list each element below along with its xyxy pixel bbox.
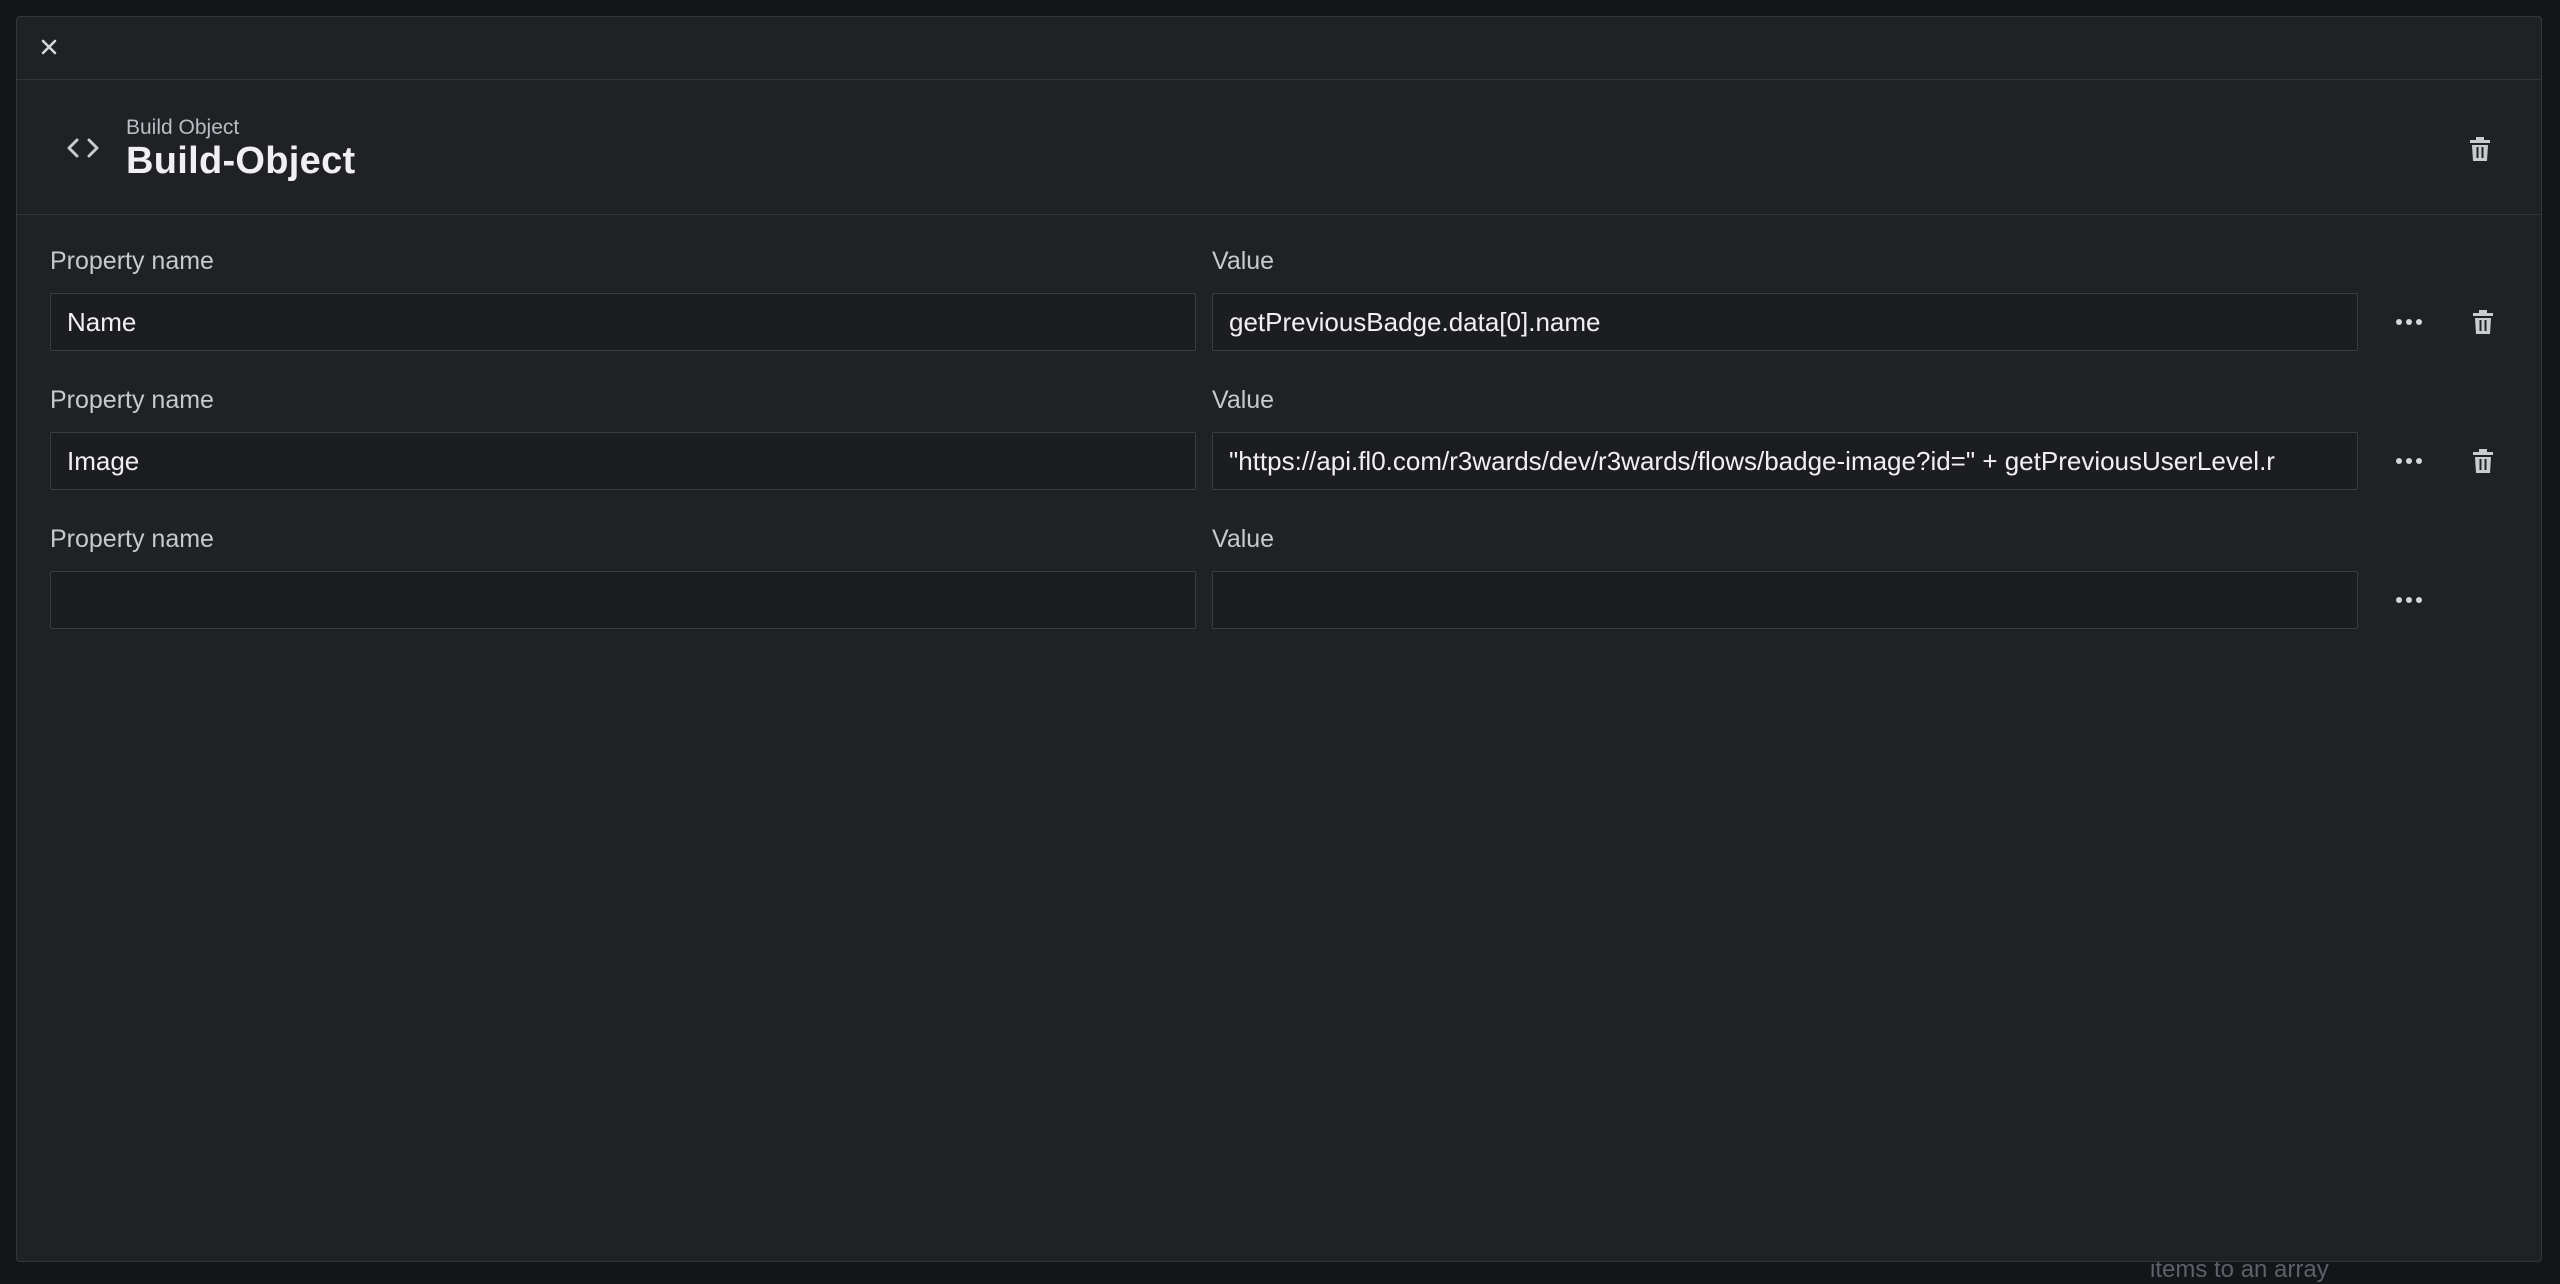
property-name-input[interactable] xyxy=(50,432,1196,490)
delete-row-button[interactable] xyxy=(2466,444,2500,478)
more-options-button[interactable] xyxy=(2389,583,2429,617)
more-icon xyxy=(2396,319,2422,325)
trash-icon xyxy=(2470,137,2490,161)
node-title: Build-Object xyxy=(126,140,356,182)
more-icon xyxy=(2396,597,2422,603)
value-label: Value xyxy=(1212,386,1275,414)
code-icon xyxy=(63,128,103,168)
property-name-label: Property name xyxy=(50,525,214,553)
close-button[interactable] xyxy=(33,31,65,63)
delete-row-button[interactable] xyxy=(2466,305,2500,339)
more-options-button[interactable] xyxy=(2389,305,2429,339)
trash-icon xyxy=(2473,449,2493,473)
property-row: Property name Value xyxy=(17,386,2541,526)
close-icon xyxy=(41,39,57,55)
node-type-label: Build Object xyxy=(126,116,240,139)
property-row: Property name Value xyxy=(17,525,2541,665)
node-header: Build Object Build-Object xyxy=(17,80,2541,215)
value-input[interactable] xyxy=(1212,571,2358,629)
value-input[interactable] xyxy=(1212,293,2358,351)
delete-node-button[interactable] xyxy=(2463,132,2497,166)
property-name-input[interactable] xyxy=(50,293,1196,351)
property-name-label: Property name xyxy=(50,247,214,275)
modal-topbar xyxy=(17,17,2541,80)
more-options-button[interactable] xyxy=(2389,444,2429,478)
value-label: Value xyxy=(1212,525,1275,553)
value-label: Value xyxy=(1212,247,1275,275)
property-name-input[interactable] xyxy=(50,571,1196,629)
build-object-modal: Build Object Build-Object Property name … xyxy=(16,16,2542,1262)
property-row: Property name Value xyxy=(17,247,2541,387)
trash-icon xyxy=(2473,310,2493,334)
property-name-label: Property name xyxy=(50,386,214,414)
value-input[interactable] xyxy=(1212,432,2358,490)
more-icon xyxy=(2396,458,2422,464)
